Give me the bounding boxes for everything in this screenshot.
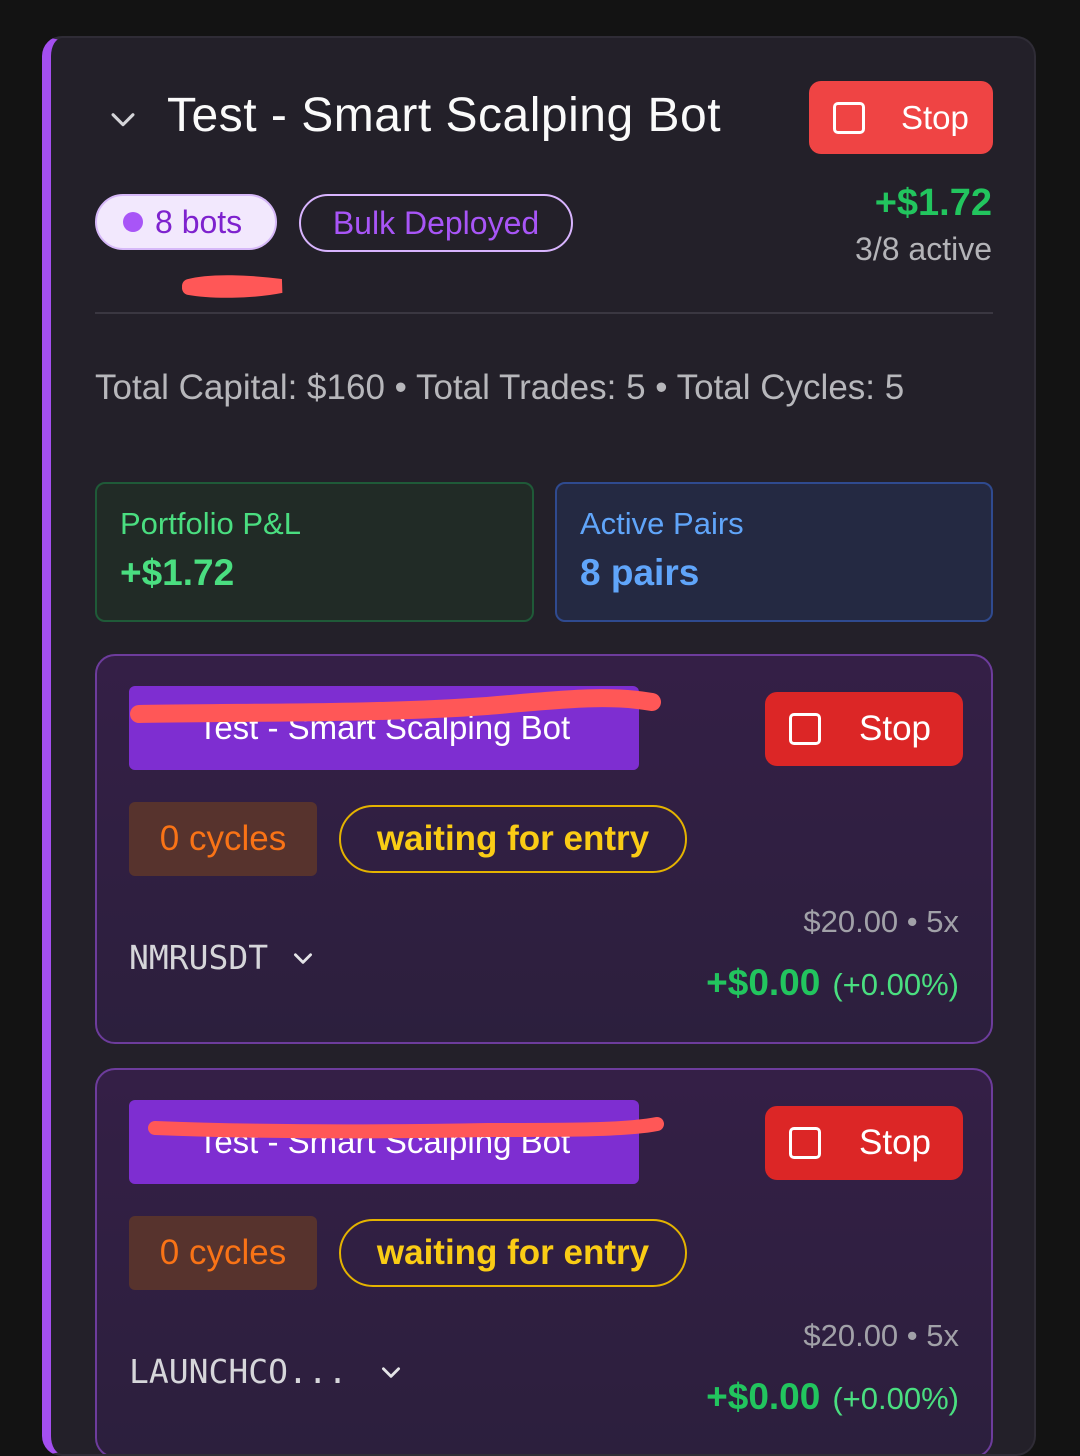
symbol-label: NMRUSDT bbox=[129, 938, 269, 977]
stop-square-icon bbox=[833, 101, 865, 134]
redaction-scribble bbox=[148, 1117, 664, 1139]
cycles-badge: 0 cycles bbox=[129, 1216, 317, 1290]
capital-leverage: $20.00 • 5x bbox=[803, 1318, 959, 1353]
bot-card: Test - Smart Scalping Bot Stop 0 cycles … bbox=[95, 654, 993, 1044]
bot-group-card: Test - Smart Scalping Bot Stop 8 bots Bu… bbox=[42, 36, 1036, 1456]
portfolio-pnl-card: Portfolio P&L +$1.72 bbox=[95, 482, 534, 622]
redaction-scribble bbox=[130, 689, 661, 723]
pnl-percent: (+0.00%) bbox=[832, 967, 959, 1002]
stop-bot-button[interactable]: Stop bbox=[765, 692, 963, 766]
group-summary: Total Capital: $160 • Total Trades: 5 • … bbox=[95, 368, 905, 407]
active-pairs-value: 8 pairs bbox=[580, 552, 700, 593]
redaction-scribble bbox=[182, 275, 283, 298]
active-pairs-label: Active Pairs bbox=[580, 506, 744, 541]
stop-square-icon bbox=[789, 713, 821, 745]
bot-card: Test - Smart Scalping Bot Stop 0 cycles … bbox=[95, 1068, 993, 1454]
capital-leverage: $20.00 • 5x bbox=[803, 904, 959, 939]
bots-count-badge: 8 bots bbox=[95, 194, 277, 250]
active-count: 3/8 active bbox=[855, 231, 992, 267]
symbol-selector[interactable]: NMRUSDT bbox=[129, 938, 316, 977]
bots-count-label: 8 bots bbox=[155, 203, 243, 240]
stop-all-button[interactable]: Stop bbox=[809, 81, 993, 154]
group-title: Test - Smart Scalping Bot bbox=[167, 89, 722, 142]
chevron-down-icon bbox=[294, 952, 313, 964]
pnl-amount: +$0.00 bbox=[706, 962, 821, 1003]
pnl-percent: (+0.00%) bbox=[832, 1381, 959, 1416]
status-badge: waiting for entry bbox=[339, 805, 687, 873]
stop-label: Stop bbox=[859, 709, 931, 748]
symbol-label: LAUNCHCO... bbox=[129, 1352, 348, 1391]
bot-pnl: +$0.00 (+0.00%) bbox=[706, 1376, 959, 1418]
total-pnl: +$1.72 bbox=[874, 182, 992, 224]
status-dot-icon bbox=[123, 212, 143, 232]
bulk-deployed-badge: Bulk Deployed bbox=[299, 194, 573, 252]
pnl-amount: +$0.00 bbox=[706, 1376, 821, 1417]
bot-pnl: +$0.00 (+0.00%) bbox=[706, 962, 959, 1004]
chevron-down-icon bbox=[381, 1366, 400, 1378]
stop-bot-button[interactable]: Stop bbox=[765, 1106, 963, 1180]
stop-square-icon bbox=[789, 1127, 821, 1159]
status-badge: waiting for entry bbox=[339, 1219, 687, 1287]
divider bbox=[95, 312, 993, 314]
cycles-badge: 0 cycles bbox=[129, 802, 317, 876]
stop-label: Stop bbox=[859, 1123, 931, 1162]
symbol-selector[interactable]: LAUNCHCO... bbox=[129, 1352, 404, 1391]
portfolio-pnl-value: +$1.72 bbox=[120, 552, 235, 593]
portfolio-pnl-label: Portfolio P&L bbox=[120, 506, 301, 541]
stop-label: Stop bbox=[901, 98, 969, 136]
active-pairs-card: Active Pairs 8 pairs bbox=[555, 482, 993, 622]
chevron-down-icon[interactable] bbox=[106, 102, 140, 136]
